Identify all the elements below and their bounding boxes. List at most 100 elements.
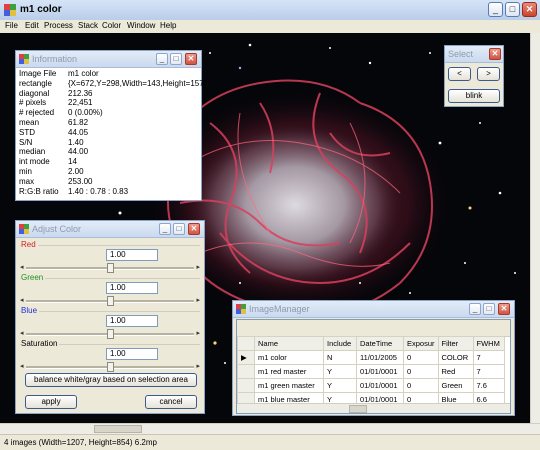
blink-button[interactable]: blink [448,89,500,103]
table-cell[interactable]: Green [437,378,474,393]
table-cell[interactable]: 11/01/2005 [356,350,404,365]
menu-process[interactable]: Process [44,21,73,30]
cancel-button[interactable]: cancel [145,395,197,409]
adjust-group-red: Red 1.00 ◂ ▸ [20,240,200,276]
table-cell[interactable]: Y [323,378,357,393]
slider-knob[interactable] [106,263,114,273]
info-value: 14 [68,157,77,167]
grid-scroll-thumb[interactable] [349,405,367,413]
column-header[interactable]: FWHM [472,336,505,351]
table-cell[interactable]: 0 [403,378,439,393]
column-header[interactable]: Name [254,336,324,351]
horizontal-scrollbar[interactable] [0,423,540,434]
adjust-value-input[interactable]: 1.00 [106,249,158,261]
information-maximize-button[interactable]: □ [170,53,182,65]
info-value: 44.05 [68,127,89,137]
grid-caption-band [237,320,510,337]
adjust-color-minimize-button[interactable]: _ [159,223,171,235]
image-manager-minimize-button[interactable]: _ [469,303,481,315]
image-manager-maximize-button[interactable]: □ [483,303,495,315]
adjust-value-input[interactable]: 1.00 [106,315,158,327]
apply-button[interactable]: apply [25,395,77,409]
grid-horizontal-scrollbar[interactable] [237,403,510,413]
column-header[interactable]: Include [323,336,357,351]
table-cell[interactable]: N [323,350,357,365]
adjust-color-title: Adjust Color [32,224,82,234]
table-cell[interactable]: m1 color [254,350,324,365]
column-header[interactable]: Exposur [403,336,439,351]
slider-right-arrow-icon[interactable]: ▸ [196,263,200,271]
adjust-color-titlebar[interactable]: Adjust Color _ □ ✕ [16,221,204,238]
tool-window-icon [236,304,246,314]
table-cell[interactable]: COLOR [437,350,474,365]
image-grid[interactable]: Name Include DateTime Exposur Filter FWHM ▶ m1… [236,319,511,414]
table-cell[interactable]: 7 [472,350,505,365]
table-row[interactable]: m1 red master Y 01/01/0001 0 Red 7 [237,364,505,379]
current-row-arrow-icon[interactable]: ▶ [237,350,255,365]
app-icon [4,4,16,16]
info-key: min [19,167,32,176]
row-selector[interactable] [237,378,255,393]
tool-window-icon [19,54,29,64]
adjust-slider[interactable]: ◂ ▸ [20,296,200,306]
previous-image-button[interactable]: < [448,67,471,81]
vertical-scrollbar[interactable] [530,33,540,423]
slider-knob[interactable] [106,296,114,306]
column-header[interactable]: DateTime [356,336,404,351]
table-cell[interactable]: 01/01/0001 [356,364,404,379]
table-cell[interactable]: 7 [472,364,505,379]
table-cell[interactable]: 0 [403,364,439,379]
slider-knob[interactable] [106,362,114,372]
image-manager-titlebar[interactable]: ImageManager _ □ ✕ [233,301,514,318]
menu-window[interactable]: Window [127,21,155,30]
maximize-button[interactable]: □ [505,2,520,17]
next-image-button[interactable]: > [477,67,500,81]
information-titlebar[interactable]: Information _ □ ✕ [16,51,201,68]
menu-help[interactable]: Help [160,21,176,30]
minimize-button[interactable]: _ [488,2,503,17]
adjust-value-input[interactable]: 1.00 [106,282,158,294]
select-titlebar[interactable]: Select ✕ [445,46,503,63]
close-button[interactable]: ✕ [522,2,537,17]
menu-color[interactable]: Color [102,21,121,30]
table-cell[interactable]: m1 red master [254,364,324,379]
information-minimize-button[interactable]: _ [156,53,168,65]
horizontal-scroll-thumb[interactable] [94,425,142,433]
balance-white-button[interactable]: balance white/gray based on selection ar… [25,373,197,387]
slider-right-arrow-icon[interactable]: ▸ [196,362,200,370]
table-cell[interactable]: Red [437,364,474,379]
information-close-button[interactable]: ✕ [185,53,197,65]
slider-left-arrow-icon[interactable]: ◂ [20,362,24,370]
adjust-slider[interactable]: ◂ ▸ [20,263,200,273]
adjust-color-maximize-button[interactable]: □ [173,223,185,235]
adjust-slider[interactable]: ◂ ▸ [20,362,200,372]
table-cell[interactable]: Y [323,364,357,379]
menu-file[interactable]: File [5,21,18,30]
table-row[interactable]: ▶ m1 color N 11/01/2005 0 COLOR 7 [237,350,505,365]
table-cell[interactable]: 0 [403,350,439,365]
row-selector[interactable] [237,364,255,379]
slider-left-arrow-icon[interactable]: ◂ [20,329,24,337]
table-cell[interactable]: 7.6 [472,378,505,393]
adjust-value-input[interactable]: 1.00 [106,348,158,360]
table-cell[interactable]: 01/01/0001 [356,378,404,393]
slider-knob[interactable] [106,329,114,339]
column-header[interactable]: Filter [437,336,474,351]
slider-left-arrow-icon[interactable]: ◂ [20,296,24,304]
info-value: 61.82 [68,118,89,127]
menu-stack[interactable]: Stack [78,21,98,30]
main-titlebar: m1 color _ □ ✕ [0,0,540,21]
table-row[interactable]: m1 green master Y 01/01/0001 0 Green 7.6 [237,378,505,393]
info-key: STD [19,127,35,137]
adjust-slider[interactable]: ◂ ▸ [20,329,200,339]
image-manager-close-button[interactable]: ✕ [498,303,510,315]
slider-right-arrow-icon[interactable]: ▸ [196,329,200,337]
slider-right-arrow-icon[interactable]: ▸ [196,296,200,304]
adjust-color-close-button[interactable]: ✕ [188,223,200,235]
image-manager-window: ImageManager _ □ ✕ Name Include DateTime Ex… [232,300,515,416]
menu-edit[interactable]: Edit [25,21,39,30]
menu-bar: File Edit Process Stack Color Window Hel… [0,20,540,33]
table-cell[interactable]: m1 green master [254,378,324,393]
slider-left-arrow-icon[interactable]: ◂ [20,263,24,271]
select-close-button[interactable]: ✕ [489,48,501,60]
